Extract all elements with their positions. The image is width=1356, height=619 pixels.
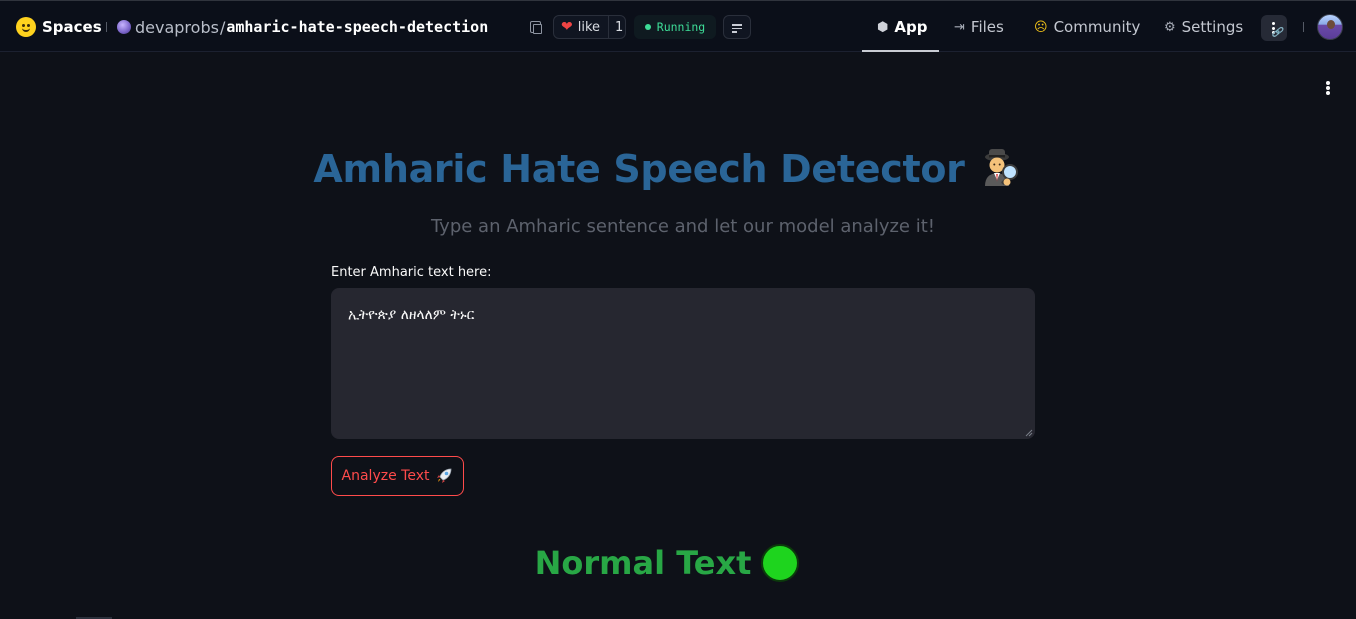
- hugging-face-logo-icon: [16, 17, 36, 37]
- status-badge[interactable]: Running: [634, 15, 716, 39]
- link-icon: 🔗: [1271, 28, 1283, 38]
- cube-icon: ⬢: [877, 19, 889, 35]
- tab-app-label: App: [894, 18, 928, 36]
- like-label: like: [577, 19, 601, 35]
- status-dot-icon: [644, 24, 651, 30]
- copy-icon[interactable]: [530, 21, 542, 34]
- tab-settings-label: Settings: [1181, 18, 1244, 36]
- gear-icon: ⚙: [1164, 19, 1176, 35]
- divider: [106, 22, 107, 32]
- like-button[interactable]: ❤ like 1: [553, 15, 626, 39]
- green-circle-icon: [761, 544, 800, 582]
- community-icon: ☹: [1034, 19, 1048, 35]
- like-count[interactable]: 1: [608, 16, 629, 38]
- detective-icon: [977, 144, 1021, 188]
- spaces-home-link[interactable]: Spaces: [16, 15, 102, 39]
- logs-button[interactable]: [723, 15, 751, 39]
- brand-label: Spaces: [42, 18, 102, 36]
- tab-settings[interactable]: ⚙ Settings: [1164, 1, 1243, 53]
- owner-avatar: [117, 20, 131, 34]
- owner-link[interactable]: devaprobs: [135, 18, 219, 37]
- amharic-text-input[interactable]: ኢትዮጵያ ለዘላለም ትኑር: [331, 288, 1035, 439]
- repo-name-link[interactable]: amharic-hate-speech-detection: [226, 18, 488, 36]
- more-options-button[interactable]: 🔗: [1261, 15, 1287, 41]
- status-label: Running: [656, 20, 706, 34]
- resize-handle-icon[interactable]: [1025, 429, 1033, 437]
- breadcrumb-slash: /: [219, 17, 226, 37]
- app-menu-kebab-icon[interactable]: [1322, 79, 1334, 97]
- repo-breadcrumb: devaprobs / amharic-hate-speech-detectio…: [117, 15, 488, 39]
- heart-icon: ❤: [561, 19, 573, 35]
- text-input-label: Enter Amharic text here:: [331, 265, 492, 280]
- divider: [1303, 22, 1304, 32]
- tab-community-label: Community: [1053, 18, 1141, 36]
- tab-app[interactable]: ⬢ App: [877, 1, 927, 53]
- tab-files-label: Files: [970, 18, 1004, 36]
- files-icon: ⇥: [954, 19, 965, 35]
- tab-files[interactable]: ⇥ Files: [954, 1, 1004, 53]
- user-avatar[interactable]: [1317, 14, 1343, 40]
- top-navigation-bar: Spaces devaprobs / amharic-hate-speech-d…: [0, 0, 1356, 52]
- page-title: Amharic Hate Speech Detector: [0, 144, 1334, 191]
- analyze-text-button[interactable]: Analyze Text: [331, 456, 464, 496]
- rocket-icon: [437, 468, 452, 483]
- tab-community[interactable]: ☹ Community: [1034, 1, 1140, 53]
- analyze-button-label: Analyze Text: [341, 468, 430, 484]
- prediction-result-text: Normal Text: [534, 544, 752, 582]
- page-subtitle: Type an Amharic sentence and let our mod…: [430, 216, 936, 237]
- active-tab-indicator: [862, 50, 939, 52]
- prediction-result: Normal Text: [0, 544, 1334, 582]
- page-title-text: Amharic Hate Speech Detector: [313, 147, 965, 191]
